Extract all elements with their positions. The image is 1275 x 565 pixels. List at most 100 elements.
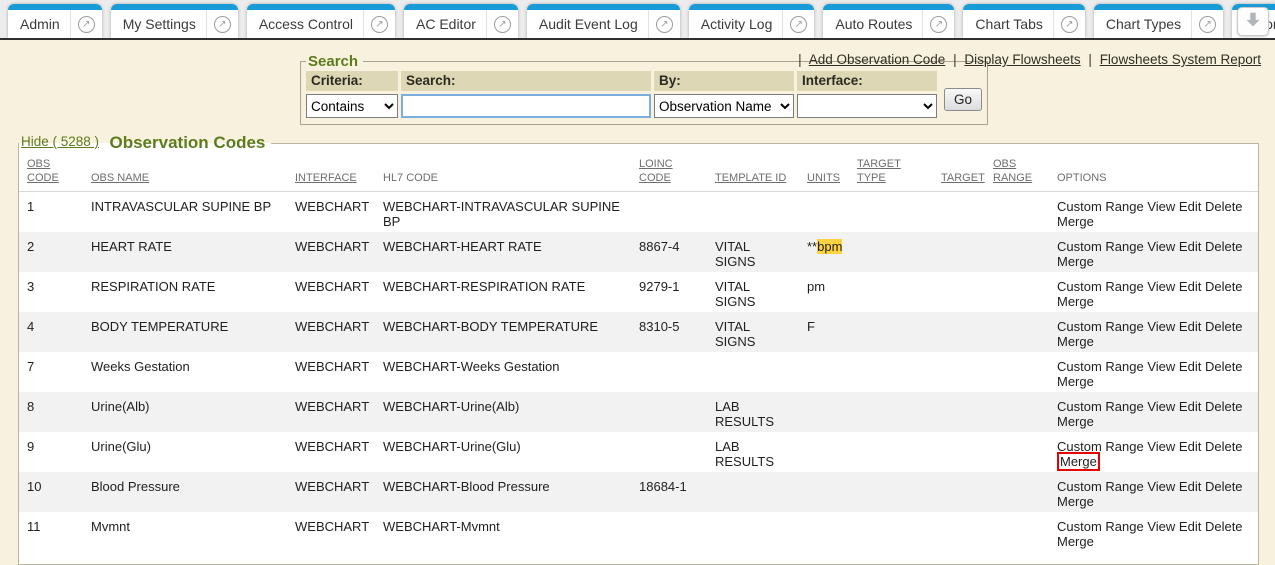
option-link-edit[interactable]: Edit — [1179, 319, 1201, 334]
option-link-merge[interactable]: Merge — [1057, 214, 1094, 229]
by-label: By: — [654, 71, 794, 91]
tab-popout-button[interactable]: ↗ — [363, 10, 395, 38]
option-link-edit[interactable]: Edit — [1179, 399, 1201, 414]
column-header-interface[interactable]: INTERFACE — [287, 153, 375, 192]
option-link-custom-range[interactable]: Custom Range — [1057, 479, 1144, 494]
tab-audit-event-log[interactable]: Audit Event Log↗ — [527, 4, 680, 38]
option-link-view[interactable]: View — [1147, 439, 1175, 454]
tab-chart-types[interactable]: Chart Types↗ — [1094, 4, 1223, 38]
search-input[interactable] — [401, 94, 651, 118]
tab-label: Auto Routes — [835, 16, 922, 32]
option-link-edit[interactable]: Edit — [1179, 279, 1201, 294]
option-link-view[interactable]: View — [1147, 239, 1175, 254]
option-link-merge[interactable]: Merge — [1057, 374, 1094, 389]
option-link-custom-range[interactable]: Custom Range — [1057, 519, 1144, 534]
tab-ac-editor[interactable]: AC Editor↗ — [404, 4, 518, 38]
option-link-edit[interactable]: Edit — [1179, 479, 1201, 494]
option-link-merge[interactable]: Merge — [1057, 534, 1094, 549]
option-link-edit[interactable]: Edit — [1179, 239, 1201, 254]
option-link-edit[interactable]: Edit — [1179, 199, 1201, 214]
cell-target_type — [849, 232, 933, 272]
option-link-delete[interactable]: Delete — [1205, 519, 1243, 534]
cell-loinc_code — [631, 512, 707, 552]
option-link-merge[interactable]: Merge — [1057, 294, 1094, 309]
option-link-view[interactable]: View — [1147, 399, 1175, 414]
add-observation-code-link[interactable]: Add Observation Code — [809, 52, 946, 67]
option-link-merge[interactable]: Merge — [1057, 452, 1100, 471]
cell-target_type — [849, 352, 933, 392]
option-link-view[interactable]: View — [1147, 359, 1175, 374]
display-flowsheets-link[interactable]: Display Flowsheets — [964, 52, 1080, 67]
tab-popout-button[interactable]: ↗ — [648, 10, 680, 38]
option-link-custom-range[interactable]: Custom Range — [1057, 319, 1144, 334]
option-link-merge[interactable]: Merge — [1057, 414, 1094, 429]
cell-hl7_code: WEBCHART-Urine(Glu) — [375, 432, 631, 472]
tab-popout-button[interactable]: ↗ — [70, 10, 102, 38]
link-separator: | — [794, 52, 806, 67]
tab-popout-button[interactable]: ↗ — [486, 10, 518, 38]
option-link-view[interactable]: View — [1147, 519, 1175, 534]
column-header-obs-range[interactable]: OBS RANGE — [985, 153, 1049, 192]
column-header-template-id[interactable]: TEMPLATE ID — [707, 153, 799, 192]
tab-chart-tabs[interactable]: Chart Tabs↗ — [963, 4, 1084, 38]
option-link-view[interactable]: View — [1147, 479, 1175, 494]
option-link-custom-range[interactable]: Custom Range — [1057, 279, 1144, 294]
option-link-view[interactable]: View — [1147, 319, 1175, 334]
cell-hl7_code: WEBCHART-HEART RATE — [375, 232, 631, 272]
tab-label: My Settings — [123, 16, 206, 32]
column-header-obs-name[interactable]: OBS NAME — [83, 153, 287, 192]
option-link-custom-range[interactable]: Custom Range — [1057, 199, 1144, 214]
option-link-delete[interactable]: Delete — [1205, 279, 1243, 294]
option-link-edit[interactable]: Edit — [1179, 359, 1201, 374]
tab-popout-button[interactable]: ↗ — [206, 10, 238, 38]
cell-target_type — [849, 312, 933, 352]
option-link-delete[interactable]: Delete — [1205, 439, 1243, 454]
cell-loinc_code — [631, 352, 707, 392]
cell-hl7_code: WEBCHART-Urine(Alb) — [375, 392, 631, 432]
hide-count-link[interactable]: Hide ( 5288 ) — [21, 134, 99, 149]
column-header-units[interactable]: UNITS — [799, 153, 849, 192]
option-link-delete[interactable]: Delete — [1205, 479, 1243, 494]
option-link-view[interactable]: View — [1147, 199, 1175, 214]
tab-popout-button[interactable]: ↗ — [782, 10, 814, 38]
option-link-edit[interactable]: Edit — [1179, 519, 1201, 534]
tab-overflow-down-button[interactable] — [1237, 7, 1269, 36]
tab-popout-button[interactable]: ↗ — [1053, 10, 1085, 38]
option-link-merge[interactable]: Merge — [1057, 254, 1094, 269]
criteria-select[interactable]: Contains — [306, 94, 398, 118]
by-select[interactable]: Observation Name — [654, 94, 794, 118]
cell-obs_range — [985, 272, 1049, 312]
go-button[interactable]: Go — [944, 88, 982, 111]
option-link-merge[interactable]: Merge — [1057, 334, 1094, 349]
cell-hl7_code: WEBCHART-BODY TEMPERATURE — [375, 312, 631, 352]
option-link-view[interactable]: View — [1147, 279, 1175, 294]
tab-activity-log[interactable]: Activity Log↗ — [689, 4, 815, 38]
tab-admin[interactable]: Admin↗ — [8, 4, 102, 38]
tab-access-control[interactable]: Access Control↗ — [247, 4, 395, 38]
option-link-delete[interactable]: Delete — [1205, 239, 1243, 254]
tab-auto-routes[interactable]: Auto Routes↗ — [823, 4, 954, 38]
option-link-delete[interactable]: Delete — [1205, 359, 1243, 374]
open-in-new-window-icon: ↗ — [494, 16, 511, 33]
option-link-custom-range[interactable]: Custom Range — [1057, 399, 1144, 414]
cell-obs_code: 4 — [19, 312, 83, 352]
column-header-target[interactable]: TARGET — [933, 153, 985, 192]
option-link-merge[interactable]: Merge — [1057, 494, 1094, 509]
column-header-target-type[interactable]: TARGET TYPE — [849, 153, 933, 192]
tab-popout-button[interactable]: ↗ — [922, 10, 954, 38]
option-link-edit[interactable]: Edit — [1179, 439, 1201, 454]
option-link-delete[interactable]: Delete — [1205, 399, 1243, 414]
column-header-loinc-code[interactable]: LOINC CODE — [631, 153, 707, 192]
option-link-delete[interactable]: Delete — [1205, 199, 1243, 214]
cell-hl7_code: WEBCHART-RESPIRATION RATE — [375, 272, 631, 312]
interface-select[interactable] — [797, 94, 937, 118]
option-link-custom-range[interactable]: Custom Range — [1057, 359, 1144, 374]
open-in-new-window-icon: ↗ — [1061, 16, 1078, 33]
option-link-delete[interactable]: Delete — [1205, 319, 1243, 334]
option-link-custom-range[interactable]: Custom Range — [1057, 239, 1144, 254]
column-header-obs-code[interactable]: OBS CODE — [19, 153, 83, 192]
cell-target — [933, 272, 985, 312]
tab-my-settings[interactable]: My Settings↗ — [111, 4, 238, 38]
tab-popout-button[interactable]: ↗ — [1191, 10, 1223, 38]
flowsheets-system-report-link[interactable]: Flowsheets System Report — [1100, 52, 1261, 67]
